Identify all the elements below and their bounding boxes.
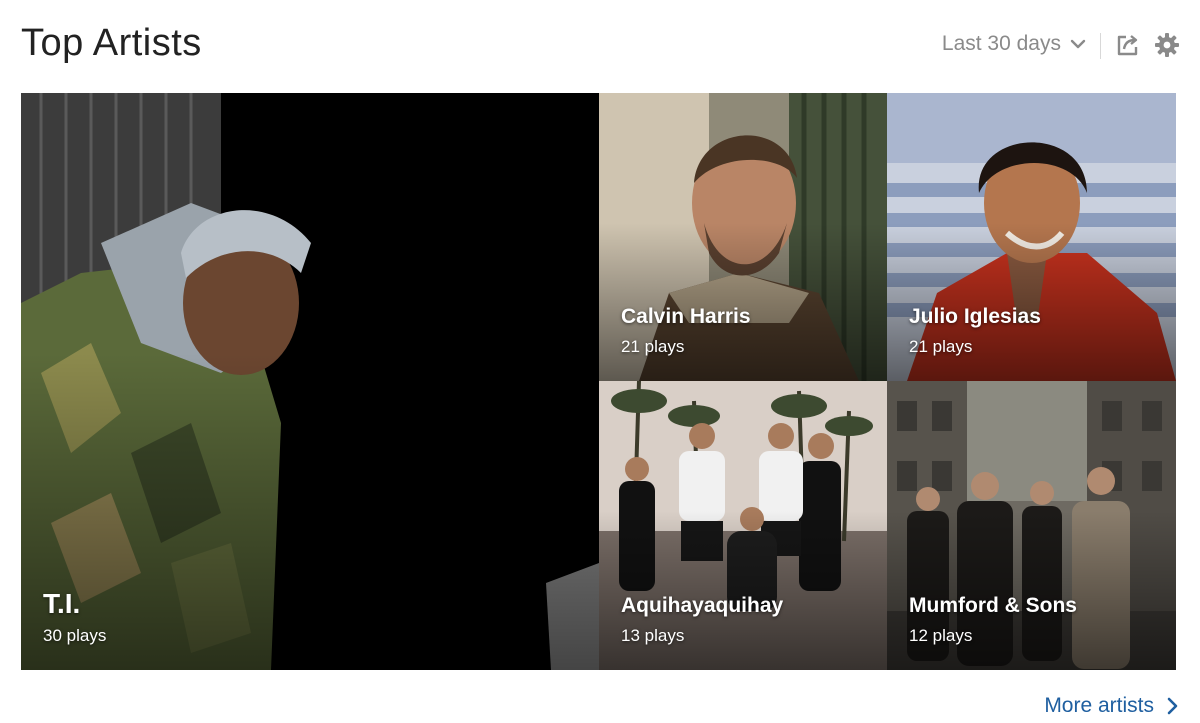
artist-name: T.I. <box>43 588 81 619</box>
artist-tile-calvin-harris[interactable]: Calvin Harris 21 plays <box>599 93 887 381</box>
artist-plays: 21 plays <box>621 337 685 356</box>
more-artists-link[interactable]: More artists <box>1044 694 1178 718</box>
artist-plays: 21 plays <box>909 337 973 356</box>
artist-info: T.I. 30 plays <box>43 588 106 646</box>
artist-name: Calvin Harris <box>621 305 751 328</box>
share-icon[interactable] <box>1115 32 1141 58</box>
artist-plays: 13 plays <box>621 626 685 645</box>
tile-gradient <box>887 511 1176 670</box>
artist-grid: T.I. 30 plays Calvin Harris 21 plays Jul… <box>21 93 1176 670</box>
artist-name: Mumford & Sons <box>909 594 1077 617</box>
artist-plays: 30 plays <box>43 626 107 645</box>
artist-tile-aquihayaquihay[interactable]: Aquihayaquihay 13 plays <box>599 381 887 670</box>
tile-gradient <box>21 352 599 670</box>
artist-info: Mumford & Sons 12 plays <box>909 594 1077 646</box>
header-divider <box>1100 33 1101 59</box>
artist-info: Calvin Harris 21 plays <box>621 305 751 357</box>
tile-gradient <box>599 222 887 381</box>
date-range-label: Last 30 days <box>941 32 1061 55</box>
artist-tile-julio-iglesias[interactable]: Julio Iglesias 21 plays <box>887 93 1176 381</box>
widget-header: Top Artists Last 30 days <box>0 0 1200 93</box>
artist-tile-mumford-and-sons[interactable]: Mumford & Sons 12 plays <box>887 381 1176 670</box>
artist-name: Aquihayaquihay <box>621 594 784 617</box>
tile-gradient <box>887 222 1176 381</box>
page-title: Top Artists <box>21 22 202 64</box>
artist-plays: 12 plays <box>909 626 973 645</box>
tile-gradient <box>599 511 887 670</box>
chevron-right-icon <box>1167 697 1178 715</box>
date-range-dropdown[interactable]: Last 30 days <box>942 32 1086 56</box>
artist-info: Aquihayaquihay 13 plays <box>621 594 783 646</box>
chevron-down-icon <box>1070 39 1086 49</box>
gear-icon[interactable] <box>1154 32 1180 58</box>
artist-name: Julio Iglesias <box>909 305 1041 328</box>
more-artists-label: More artists <box>1044 694 1154 717</box>
artist-tile-ti[interactable]: T.I. 30 plays <box>21 93 599 670</box>
artist-info: Julio Iglesias 21 plays <box>909 305 1041 357</box>
